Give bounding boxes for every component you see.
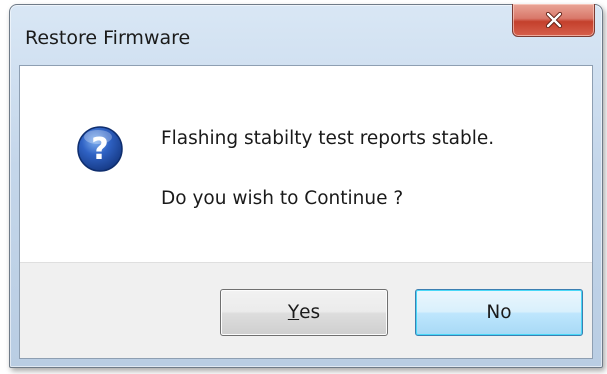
message-text-line-2: Do you wish to Continue ? — [161, 188, 404, 209]
no-button[interactable]: No — [415, 289, 583, 336]
button-area: Yes No — [20, 262, 592, 358]
yes-button-label: es — [299, 302, 321, 323]
close-icon — [544, 12, 564, 28]
message-area: ? Flashing stabilty test reports stable.… — [20, 66, 592, 262]
yes-button-accelerator: Y — [287, 302, 300, 323]
close-button[interactable] — [512, 4, 595, 37]
no-button-label: No — [486, 302, 512, 323]
yes-button[interactable]: Yes — [220, 289, 388, 336]
message-text-line-1: Flashing stabilty test reports stable. — [161, 128, 495, 149]
dialog-body: ? Flashing stabilty test reports stable.… — [19, 65, 593, 359]
title-bar[interactable]: Restore Firmware — [10, 4, 602, 65]
svg-text:?: ? — [91, 132, 108, 167]
question-icon: ? — [76, 125, 124, 173]
dialog-window: Restore Firmware ? Flashing stabilty tes… — [9, 4, 603, 368]
window-title: Restore Firmware — [25, 27, 191, 49]
